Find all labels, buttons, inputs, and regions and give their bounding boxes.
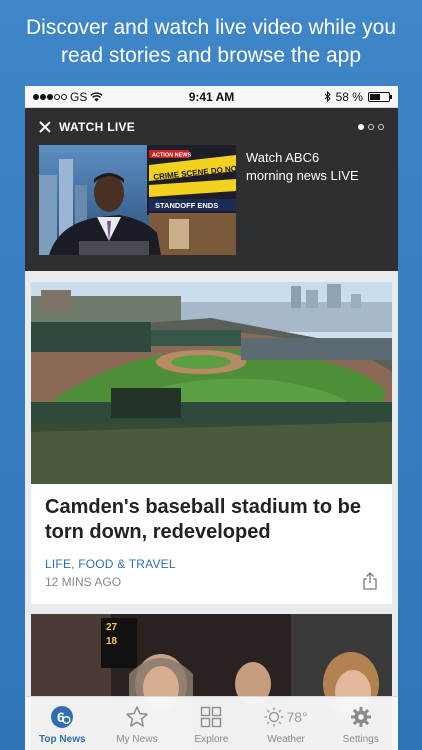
stadium-photo [31,282,392,484]
page-dot [378,123,384,130]
abc6-logo-icon: 6 [49,704,75,730]
watch-live-title: WATCH LIVE [59,119,136,134]
tab-top-news[interactable]: 6 Top News [25,697,100,750]
signal-icon [33,93,67,100]
clock: 9:41 AM [188,89,235,104]
live-video-thumbnail[interactable]: ACTION NEWS CRIME SCENE DO NOT CROSS STA… [39,145,236,255]
wifi-icon [90,91,104,101]
stadium-image[interactable] [31,282,392,484]
grid-icon [200,704,222,730]
score-top: 27 [106,622,118,633]
tab-label: Explore [194,734,229,745]
battery-percent: 58 % [335,89,363,104]
weather-indicator: 78° [264,704,308,730]
tab-bar: 6 Top News My News Explore 78° Weather S… [25,696,398,750]
promo-line-1: Discover and watch live video while you [25,16,396,39]
live-video-description[interactable]: Watch ABC6 morning news LIVE [236,145,366,255]
tab-label: Settings [342,734,379,745]
promo-line-2: read stories and browse the app [60,44,362,67]
battery-icon [367,91,392,102]
tab-my-news[interactable]: My News [100,697,175,750]
phone-screen: GS 9:41 AM 58 % WATCH LIVE ACTION NEWS C… [25,86,398,750]
promo-headline: Discover and watch live video while you … [0,14,422,70]
watch-live-panel: WATCH LIVE ACTION NEWS CRIME SCENE DO NO… [25,108,398,271]
carrier-name: GS [70,89,88,104]
live-video-item[interactable]: ACTION NEWS CRIME SCENE DO NOT CROSS STA… [25,145,398,255]
story-card[interactable]: Camden's baseball stadium to be torn dow… [31,282,392,604]
story-category-link[interactable]: LIFE, FOOD & TRAVEL [31,545,392,571]
tab-settings[interactable]: Settings [323,697,398,750]
story-timestamp: 12 MINS AGO [45,575,122,589]
thumb-standoff-label: STANDOFF ENDS [155,201,218,210]
close-icon[interactable] [39,121,51,133]
tab-label: My News [116,734,158,745]
page-dot [368,123,374,130]
tab-explore[interactable]: Explore [174,697,249,750]
tab-weather[interactable]: 78° Weather [249,697,324,750]
sun-icon [264,707,284,727]
weather-temp: 78° [286,709,308,725]
page-dot-active [358,123,364,130]
page-indicator[interactable] [358,123,384,130]
news-anchor-image: ACTION NEWS CRIME SCENE DO NOT CROSS STA… [39,145,236,255]
star-icon [125,704,149,730]
share-icon[interactable] [362,572,378,590]
battery-area: 58 % [280,89,392,104]
watch-live-header: WATCH LIVE [25,108,398,145]
tab-label: Top News [39,734,86,745]
status-bar: GS 9:41 AM 58 % [25,86,398,108]
bluetooth-icon [324,91,331,102]
carrier-area: GS [33,90,143,104]
gear-icon [350,704,372,730]
story-headline[interactable]: Camden's baseball stadium to be torn dow… [31,484,392,545]
score-bottom: 18 [106,636,118,647]
thumb-action-news-label: ACTION NEWS [152,153,191,159]
tab-label: Weather [267,734,305,745]
